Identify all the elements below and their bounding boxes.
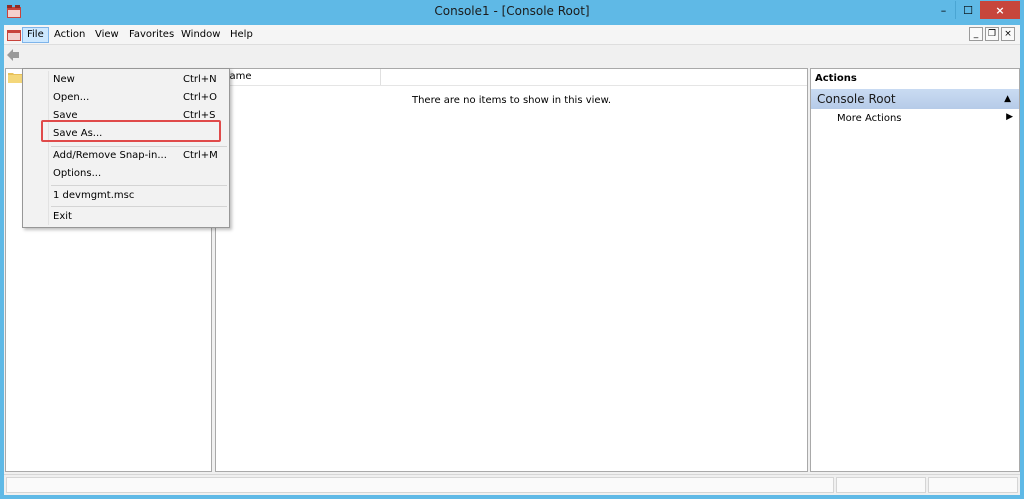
folder-icon[interactable]: [8, 71, 22, 83]
restore-icon: ❐: [987, 29, 997, 39]
status-segment-main: [6, 477, 834, 493]
empty-view-message: There are no items to show in this view.: [411, 95, 612, 106]
minimize-icon: _: [973, 29, 979, 39]
back-arrow-icon[interactable]: [6, 48, 20, 62]
maximize-icon: ☐: [963, 3, 973, 17]
menu-item-new[interactable]: New Ctrl+N: [25, 71, 227, 89]
column-divider[interactable]: [380, 69, 381, 85]
close-button[interactable]: ×: [980, 1, 1020, 19]
status-segment-3: [928, 477, 1018, 493]
menu-separator: [51, 185, 227, 186]
menu-item-exit[interactable]: Exit: [25, 208, 227, 226]
actions-title: Actions: [815, 73, 857, 84]
maximize-button[interactable]: ☐: [956, 1, 980, 19]
close-icon: ×: [1004, 29, 1012, 39]
more-actions-link[interactable]: More Actions: [837, 113, 902, 124]
menu-item-label: New: [53, 74, 75, 85]
client-area: File Action View Favorites Window Help _…: [4, 25, 1020, 495]
close-icon: ×: [995, 3, 1005, 17]
menu-view[interactable]: View: [91, 27, 123, 43]
menu-favorites[interactable]: Favorites: [125, 27, 178, 43]
menu-item-open[interactable]: Open... Ctrl+O: [25, 89, 227, 107]
mmc-system-menu-icon[interactable]: [6, 27, 22, 43]
menu-help[interactable]: Help: [226, 27, 257, 43]
column-header[interactable]: Name: [216, 69, 807, 86]
snap-in-highlight-box: [41, 120, 221, 142]
menu-item-label: Exit: [53, 211, 72, 222]
menu-item-label: 1 devmgmt.msc: [53, 190, 135, 201]
menu-bar: File Action View Favorites Window Help _…: [4, 25, 1020, 45]
menu-action[interactable]: Action: [50, 27, 89, 43]
minimize-button[interactable]: –: [932, 1, 956, 19]
toolbar: [4, 45, 1020, 67]
mmc-window: Console1 - [Console Root] – ☐ × File Act…: [0, 0, 1024, 499]
mdi-restore-button[interactable]: ❐: [985, 27, 999, 41]
mdi-close-button[interactable]: ×: [1001, 27, 1015, 41]
status-bar: [4, 474, 1020, 495]
menu-window[interactable]: Window: [177, 27, 224, 43]
menu-item-shortcut: Ctrl+O: [183, 92, 218, 103]
menu-item-add-remove-snap-in[interactable]: Add/Remove Snap-in... Ctrl+M: [25, 147, 227, 165]
title-bar[interactable]: Console1 - [Console Root] – ☐ ×: [0, 0, 1024, 25]
mdi-minimize-button[interactable]: _: [969, 27, 983, 41]
minimize-icon: –: [940, 3, 947, 17]
actions-section-label: Console Root: [817, 92, 896, 106]
submenu-arrow-icon[interactable]: ▶: [1006, 112, 1013, 122]
actions-section-header[interactable]: Console Root ▲: [811, 89, 1019, 109]
menu-item-shortcut: Ctrl+M: [183, 150, 218, 161]
menu-item-options[interactable]: Options...: [25, 165, 227, 183]
actions-pane: Actions Console Root ▲ More Actions ▶: [810, 68, 1020, 472]
collapse-icon[interactable]: ▲: [1004, 94, 1011, 104]
menu-item-label: Options...: [53, 168, 102, 179]
file-menu-dropdown: New Ctrl+N Open... Ctrl+O Save Ctrl+S Sa…: [22, 68, 230, 228]
results-pane[interactable]: Name There are no items to show in this …: [215, 68, 808, 472]
menu-item-label: Add/Remove Snap-in...: [53, 150, 167, 161]
menu-item-label: Open...: [53, 92, 90, 103]
status-segment-2: [836, 477, 926, 493]
menu-separator: [51, 206, 227, 207]
menu-item-shortcut: Ctrl+N: [183, 74, 217, 85]
menu-item-recent-file[interactable]: 1 devmgmt.msc: [25, 187, 227, 205]
menu-file[interactable]: File: [22, 27, 49, 43]
window-title: Console1 - [Console Root]: [434, 4, 590, 18]
